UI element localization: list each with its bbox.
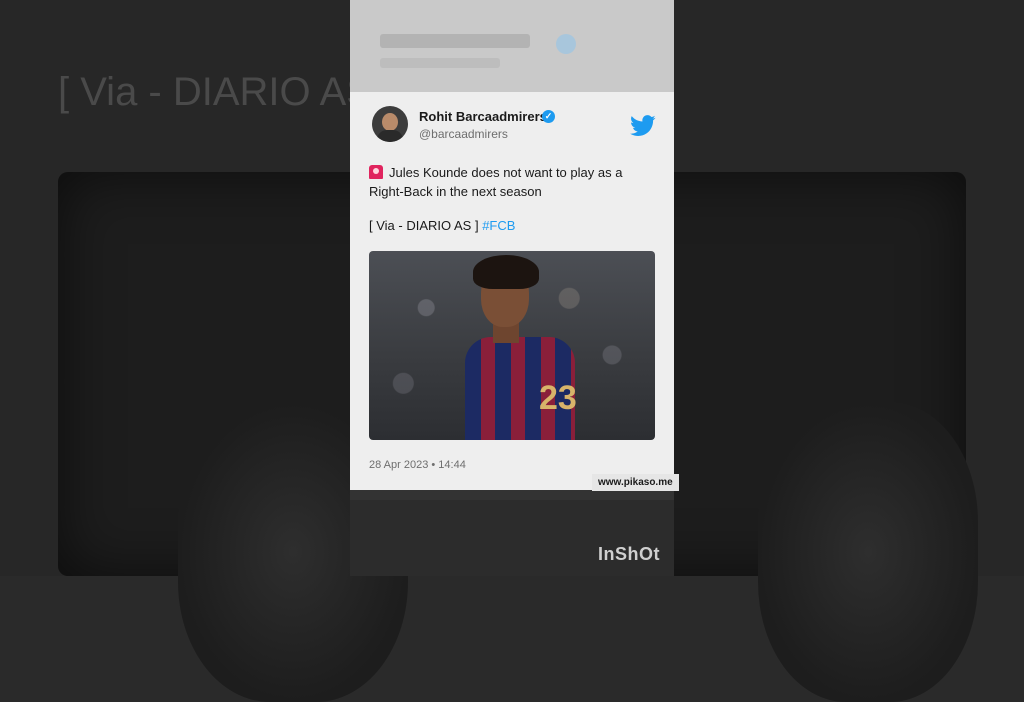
avatar[interactable]: [372, 106, 408, 142]
author-name[interactable]: Rohit Barcaadmirers: [419, 109, 547, 124]
inshot-watermark: InShOt: [598, 544, 660, 564]
ghost-name: [380, 34, 530, 48]
twitter-bird-icon: [630, 115, 656, 136]
tweet-text-body: Jules Kounde does not want to play as a …: [369, 165, 623, 199]
tweet-photo[interactable]: 23: [369, 251, 655, 440]
player-hair: [473, 255, 539, 289]
avatar-shirt: [377, 130, 403, 142]
tweet-timestamp[interactable]: 28 Apr 2023 • 14:44: [369, 459, 466, 471]
avatar-face: [382, 113, 398, 131]
via-text: [ Via - DIARIO AS ]: [369, 218, 479, 233]
ghost-badge: [556, 34, 576, 54]
ghost-handle: [380, 58, 500, 68]
author-handle[interactable]: @barcaadmirers: [419, 127, 508, 141]
tweet-text: Jules Kounde does not want to play as a …: [369, 163, 659, 201]
hashtag-link[interactable]: #FCB: [482, 218, 515, 233]
tweet-card[interactable]: Rohit Barcaadmirers ✓ @barcaadmirers Jul…: [350, 92, 674, 490]
background-text: [ Via - DIARIO AS: [58, 70, 373, 114]
previous-tweet-blur: [350, 0, 674, 96]
pikaso-watermark: www.pikaso.me: [592, 474, 679, 491]
jersey-number: 23: [539, 379, 577, 417]
siren-icon: [369, 165, 383, 179]
verified-badge-icon: ✓: [542, 110, 555, 123]
background-blob-right: [758, 402, 978, 702]
tweet-source-line: [ Via - DIARIO AS ] #FCB: [369, 218, 515, 233]
